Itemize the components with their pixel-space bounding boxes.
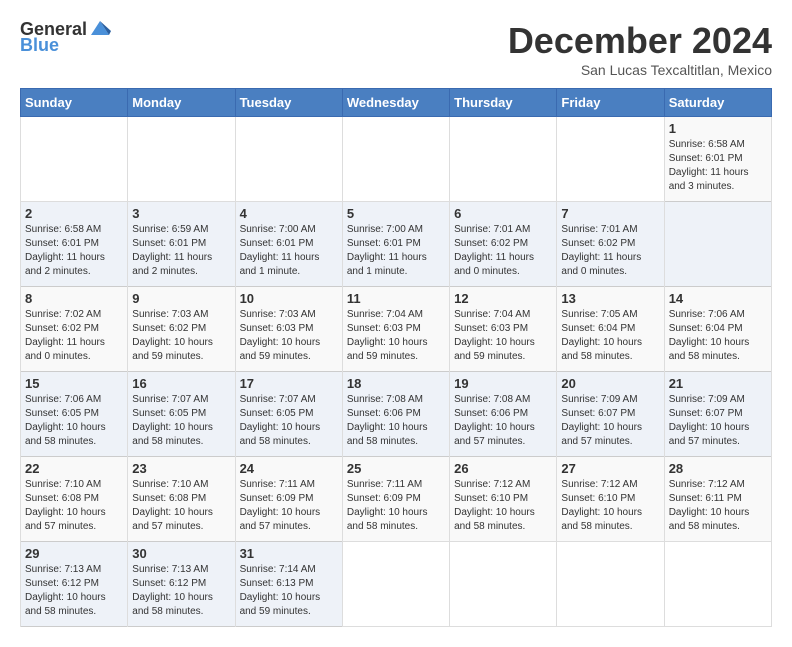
calendar-cell: 22Sunrise: 7:10 AMSunset: 6:08 PMDayligh…	[21, 457, 128, 542]
calendar-week-row: 29Sunrise: 7:13 AMSunset: 6:12 PMDayligh…	[21, 542, 772, 627]
calendar-cell: 21Sunrise: 7:09 AMSunset: 6:07 PMDayligh…	[664, 372, 771, 457]
column-header-tuesday: Tuesday	[235, 89, 342, 117]
calendar-week-row: 2Sunrise: 6:58 AMSunset: 6:01 PMDaylight…	[21, 202, 772, 287]
column-header-monday: Monday	[128, 89, 235, 117]
column-header-thursday: Thursday	[450, 89, 557, 117]
empty-cell	[21, 117, 128, 202]
calendar-cell: 12Sunrise: 7:04 AMSunset: 6:03 PMDayligh…	[450, 287, 557, 372]
month-title: December 2024	[508, 20, 772, 62]
calendar-week-row: 8Sunrise: 7:02 AMSunset: 6:02 PMDaylight…	[21, 287, 772, 372]
calendar-cell: 7Sunrise: 7:01 AMSunset: 6:02 PMDaylight…	[557, 202, 664, 287]
calendar-cell: 3Sunrise: 6:59 AMSunset: 6:01 PMDaylight…	[128, 202, 235, 287]
calendar-week-row: 15Sunrise: 7:06 AMSunset: 6:05 PMDayligh…	[21, 372, 772, 457]
empty-cell	[557, 117, 664, 202]
calendar-header-row: SundayMondayTuesdayWednesdayThursdayFrid…	[21, 89, 772, 117]
calendar-cell	[557, 542, 664, 627]
calendar-cell: 11Sunrise: 7:04 AMSunset: 6:03 PMDayligh…	[342, 287, 449, 372]
calendar-cell: 20Sunrise: 7:09 AMSunset: 6:07 PMDayligh…	[557, 372, 664, 457]
column-header-sunday: Sunday	[21, 89, 128, 117]
calendar-cell: 24Sunrise: 7:11 AMSunset: 6:09 PMDayligh…	[235, 457, 342, 542]
logo-icon	[89, 17, 111, 39]
calendar-cell	[664, 202, 771, 287]
calendar-cell: 17Sunrise: 7:07 AMSunset: 6:05 PMDayligh…	[235, 372, 342, 457]
calendar-week-row: 22Sunrise: 7:10 AMSunset: 6:08 PMDayligh…	[21, 457, 772, 542]
empty-cell	[342, 117, 449, 202]
column-header-saturday: Saturday	[664, 89, 771, 117]
calendar-cell: 18Sunrise: 7:08 AMSunset: 6:06 PMDayligh…	[342, 372, 449, 457]
day-info: Sunrise: 6:58 AMSunset: 6:01 PMDaylight:…	[669, 138, 767, 194]
calendar-cell: 2Sunrise: 6:58 AMSunset: 6:01 PMDaylight…	[21, 202, 128, 287]
calendar-cell: 25Sunrise: 7:11 AMSunset: 6:09 PMDayligh…	[342, 457, 449, 542]
calendar-cell: 14Sunrise: 7:06 AMSunset: 6:04 PMDayligh…	[664, 287, 771, 372]
calendar-cell: 10Sunrise: 7:03 AMSunset: 6:03 PMDayligh…	[235, 287, 342, 372]
calendar-cell: 26Sunrise: 7:12 AMSunset: 6:10 PMDayligh…	[450, 457, 557, 542]
column-header-friday: Friday	[557, 89, 664, 117]
calendar-cell: 31Sunrise: 7:14 AMSunset: 6:13 PMDayligh…	[235, 542, 342, 627]
day-number: 1	[669, 121, 767, 136]
calendar-cell: 5Sunrise: 7:00 AMSunset: 6:01 PMDaylight…	[342, 202, 449, 287]
calendar-cell: 4Sunrise: 7:00 AMSunset: 6:01 PMDaylight…	[235, 202, 342, 287]
calendar-cell	[450, 542, 557, 627]
calendar-cell	[342, 542, 449, 627]
logo: General Blue	[20, 20, 111, 56]
calendar-cell-day1: 1 Sunrise: 6:58 AMSunset: 6:01 PMDaylight…	[664, 117, 771, 202]
location: San Lucas Texcaltitlan, Mexico	[508, 62, 772, 78]
calendar-cell: 15Sunrise: 7:06 AMSunset: 6:05 PMDayligh…	[21, 372, 128, 457]
calendar-cell: 9Sunrise: 7:03 AMSunset: 6:02 PMDaylight…	[128, 287, 235, 372]
calendar-table: SundayMondayTuesdayWednesdayThursdayFrid…	[20, 88, 772, 627]
calendar-cell: 16Sunrise: 7:07 AMSunset: 6:05 PMDayligh…	[128, 372, 235, 457]
calendar-cell: 8Sunrise: 7:02 AMSunset: 6:02 PMDaylight…	[21, 287, 128, 372]
calendar-cell: 30Sunrise: 7:13 AMSunset: 6:12 PMDayligh…	[128, 542, 235, 627]
calendar-cell: 29Sunrise: 7:13 AMSunset: 6:12 PMDayligh…	[21, 542, 128, 627]
empty-cell	[128, 117, 235, 202]
logo-blue: Blue	[20, 36, 59, 56]
calendar-cell: 28Sunrise: 7:12 AMSunset: 6:11 PMDayligh…	[664, 457, 771, 542]
title-section: December 2024 San Lucas Texcaltitlan, Me…	[508, 20, 772, 78]
calendar-cell: 23Sunrise: 7:10 AMSunset: 6:08 PMDayligh…	[128, 457, 235, 542]
page-header: General Blue December 2024 San Lucas Tex…	[20, 20, 772, 78]
column-header-wednesday: Wednesday	[342, 89, 449, 117]
calendar-cell: 13Sunrise: 7:05 AMSunset: 6:04 PMDayligh…	[557, 287, 664, 372]
calendar-week-row: 1 Sunrise: 6:58 AMSunset: 6:01 PMDaylight…	[21, 117, 772, 202]
empty-cell	[235, 117, 342, 202]
empty-cell	[450, 117, 557, 202]
calendar-cell: 27Sunrise: 7:12 AMSunset: 6:10 PMDayligh…	[557, 457, 664, 542]
calendar-cell: 19Sunrise: 7:08 AMSunset: 6:06 PMDayligh…	[450, 372, 557, 457]
calendar-cell	[664, 542, 771, 627]
calendar-cell: 6Sunrise: 7:01 AMSunset: 6:02 PMDaylight…	[450, 202, 557, 287]
